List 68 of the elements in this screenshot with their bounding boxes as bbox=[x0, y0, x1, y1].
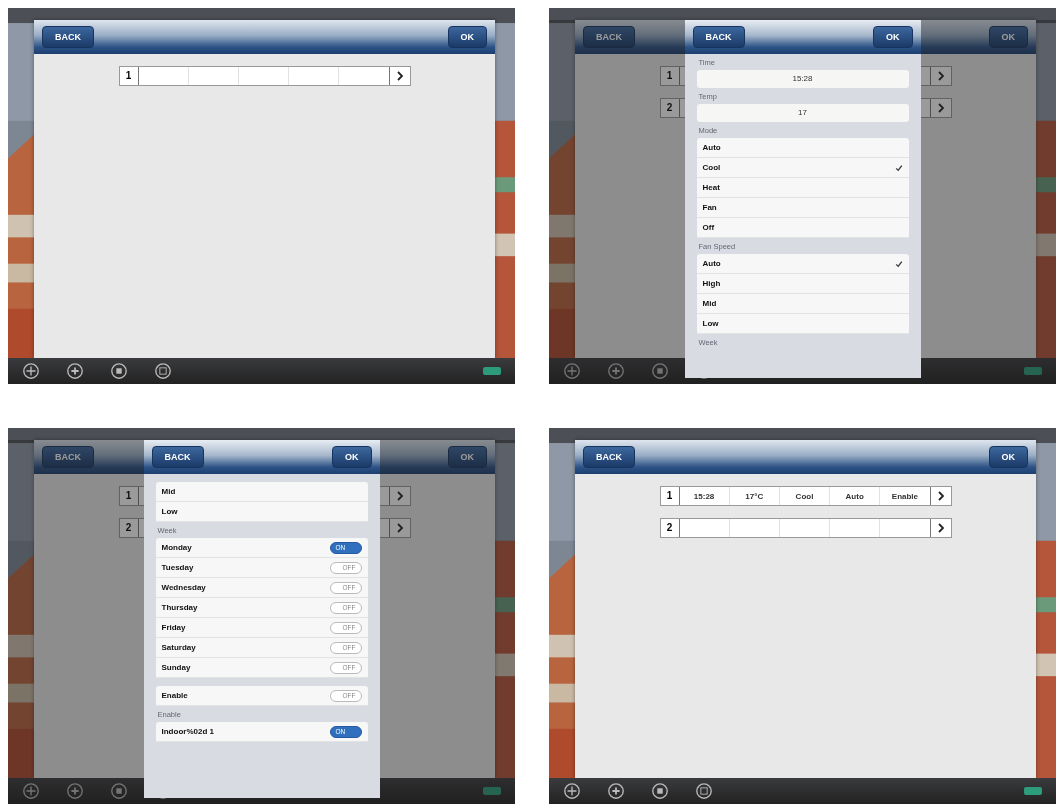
cell-text: 17°C bbox=[745, 491, 764, 501]
cell-text: 15:28 bbox=[693, 491, 715, 501]
circle-plus-icon[interactable] bbox=[22, 782, 40, 800]
status-indicator bbox=[1024, 787, 1042, 795]
status-indicator bbox=[483, 787, 501, 795]
setting-label: Tuesday bbox=[161, 563, 194, 572]
setting-label: Monday bbox=[161, 543, 192, 552]
chevron-right-icon[interactable] bbox=[395, 71, 404, 81]
option-row[interactable]: Heat bbox=[696, 178, 909, 198]
chevron-right-icon[interactable] bbox=[936, 71, 945, 81]
chevron-right-icon[interactable] bbox=[936, 491, 945, 501]
ok-button[interactable]: OK bbox=[332, 446, 372, 468]
row-number: 1 bbox=[119, 487, 139, 505]
option-row[interactable]: High bbox=[696, 274, 909, 294]
chevron-right-icon[interactable] bbox=[395, 523, 404, 533]
option-row[interactable]: Cool bbox=[696, 158, 909, 178]
input-field[interactable]: 15:28 bbox=[696, 70, 909, 88]
ok-button[interactable]: OK bbox=[988, 26, 1028, 48]
option-row[interactable]: Auto bbox=[696, 254, 909, 274]
cell-text: Enable bbox=[891, 491, 919, 501]
back-button[interactable]: BACK bbox=[583, 446, 635, 468]
schedule-row[interactable]: 1 15:28 17°C Cool Auto Enable bbox=[659, 486, 952, 506]
setting-label: Thursday bbox=[161, 603, 198, 612]
cell-text: Auto bbox=[845, 491, 864, 501]
circle-plus-icon[interactable] bbox=[607, 362, 625, 380]
chevron-right-icon[interactable] bbox=[395, 491, 404, 501]
setting-label: Saturday bbox=[161, 643, 196, 652]
setting-label: Sunday bbox=[161, 663, 191, 672]
row-number: 2 bbox=[660, 519, 680, 537]
setting-label: Enable bbox=[161, 691, 188, 700]
row-number: 1 bbox=[660, 67, 680, 85]
ok-button[interactable]: OK bbox=[447, 26, 487, 48]
status-indicator bbox=[483, 367, 501, 375]
circle-plus-icon[interactable] bbox=[22, 362, 40, 380]
schedule-row[interactable]: 1 bbox=[118, 66, 411, 86]
option-row[interactable]: Mid bbox=[696, 294, 909, 314]
circle-plus-icon[interactable] bbox=[66, 362, 84, 380]
row-number: 1 bbox=[119, 67, 139, 85]
circle-plus-icon[interactable] bbox=[607, 782, 625, 800]
row-number: 1 bbox=[660, 487, 680, 505]
option-row[interactable]: Low bbox=[155, 502, 368, 522]
cell-text: Cool bbox=[795, 491, 814, 501]
back-button[interactable]: BACK bbox=[151, 446, 204, 468]
setting-label: Wednesday bbox=[161, 583, 206, 592]
setting-label: Friday bbox=[161, 623, 186, 632]
back-button[interactable]: BACK bbox=[692, 26, 745, 48]
option-row[interactable]: Mid bbox=[155, 482, 368, 502]
circle-plus-icon[interactable] bbox=[563, 782, 581, 800]
option-row[interactable]: Auto bbox=[696, 138, 909, 158]
row-number: 2 bbox=[119, 519, 139, 537]
chevron-right-icon[interactable] bbox=[936, 103, 945, 113]
option-row[interactable]: Off bbox=[696, 218, 909, 238]
ok-button[interactable]: OK bbox=[873, 26, 913, 48]
row-number: 2 bbox=[660, 99, 680, 117]
back-button[interactable]: BACK bbox=[42, 26, 94, 48]
back-button[interactable]: BACK bbox=[42, 446, 94, 468]
ok-button[interactable]: OK bbox=[447, 446, 487, 468]
ok-button[interactable]: OK bbox=[988, 446, 1028, 468]
input-field[interactable]: 17 bbox=[696, 104, 909, 122]
back-button[interactable]: BACK bbox=[583, 26, 635, 48]
circle-plus-icon[interactable] bbox=[66, 782, 84, 800]
circle-plus-icon[interactable] bbox=[563, 362, 581, 380]
setting-label: Indoor%02d 1 bbox=[161, 727, 214, 736]
chevron-right-icon[interactable] bbox=[936, 523, 945, 533]
status-indicator bbox=[1024, 367, 1042, 375]
schedule-row[interactable]: 2 bbox=[659, 518, 952, 538]
option-row[interactable]: Low bbox=[696, 314, 909, 334]
option-row[interactable]: Fan bbox=[696, 198, 909, 218]
